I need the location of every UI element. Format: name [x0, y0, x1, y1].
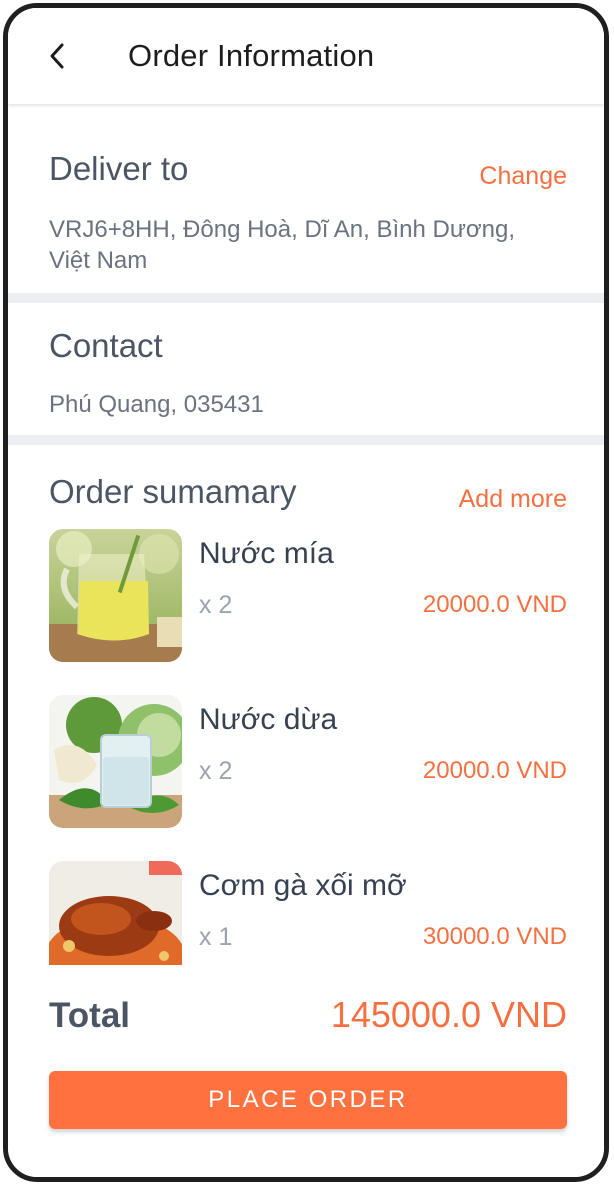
section-divider: [8, 435, 604, 445]
order-summary-section: Order sumamary Add more Nước mía x 2 200…: [8, 445, 604, 965]
total-value: 145000.0 VND: [330, 994, 567, 1035]
item-price: 30000.0 VND: [422, 923, 567, 950]
item-price: 20000.0 VND: [422, 757, 567, 784]
order-summary-heading: Order sumamary: [49, 473, 297, 510]
item-name: Nước mía: [199, 537, 334, 570]
item-name: Cơm gà xối mỡ: [199, 869, 407, 902]
item-name: Nước dừa: [199, 703, 338, 736]
screen: Order Information Deliver to Change VRJ6…: [8, 8, 604, 1177]
back-arrow-icon[interactable]: [38, 36, 78, 76]
address-line-1: VRJ6+8HH, Đông Hoà, Dĩ An, Bình Dương,: [49, 216, 516, 243]
deliver-heading: Deliver to: [49, 150, 189, 187]
address-line-2: Việt Nam: [49, 247, 148, 274]
chicken-rice-image: [49, 861, 182, 965]
item-price: 20000.0 VND: [422, 591, 567, 618]
place-order-button[interactable]: PLACE ORDER: [49, 1071, 567, 1129]
delivery-address: VRJ6+8HH, Đông Hoà, Dĩ An, Bình Dương, V…: [49, 214, 569, 276]
add-more-link[interactable]: Add more: [459, 485, 567, 514]
sugarcane-juice-image: [49, 529, 182, 662]
contact-info: Phú Quang, 035431: [49, 391, 264, 418]
order-item: Nước dừa x 2 20000.0 VND: [49, 695, 567, 830]
contact-section: Contact Phú Quang, 035431: [8, 303, 604, 435]
item-quantity: x 1: [199, 923, 233, 951]
phone-frame: Order Information Deliver to Change VRJ6…: [3, 3, 609, 1182]
item-quantity: x 2: [199, 757, 233, 785]
deliver-section: Deliver to Change VRJ6+8HH, Đông Hoà, Dĩ…: [8, 108, 604, 295]
app-bar: Order Information: [8, 8, 604, 104]
page-title: Order Information: [128, 38, 375, 73]
item-quantity: x 2: [199, 591, 233, 619]
order-item: Cơm gà xối mỡ x 1 30000.0 VND: [49, 861, 567, 965]
total-label: Total: [49, 996, 131, 1035]
contact-heading: Contact: [49, 327, 163, 364]
coconut-water-image: [49, 695, 182, 828]
change-address-link[interactable]: Change: [479, 162, 567, 191]
section-divider: [8, 293, 604, 303]
order-item: Nước mía x 2 20000.0 VND: [49, 529, 567, 664]
